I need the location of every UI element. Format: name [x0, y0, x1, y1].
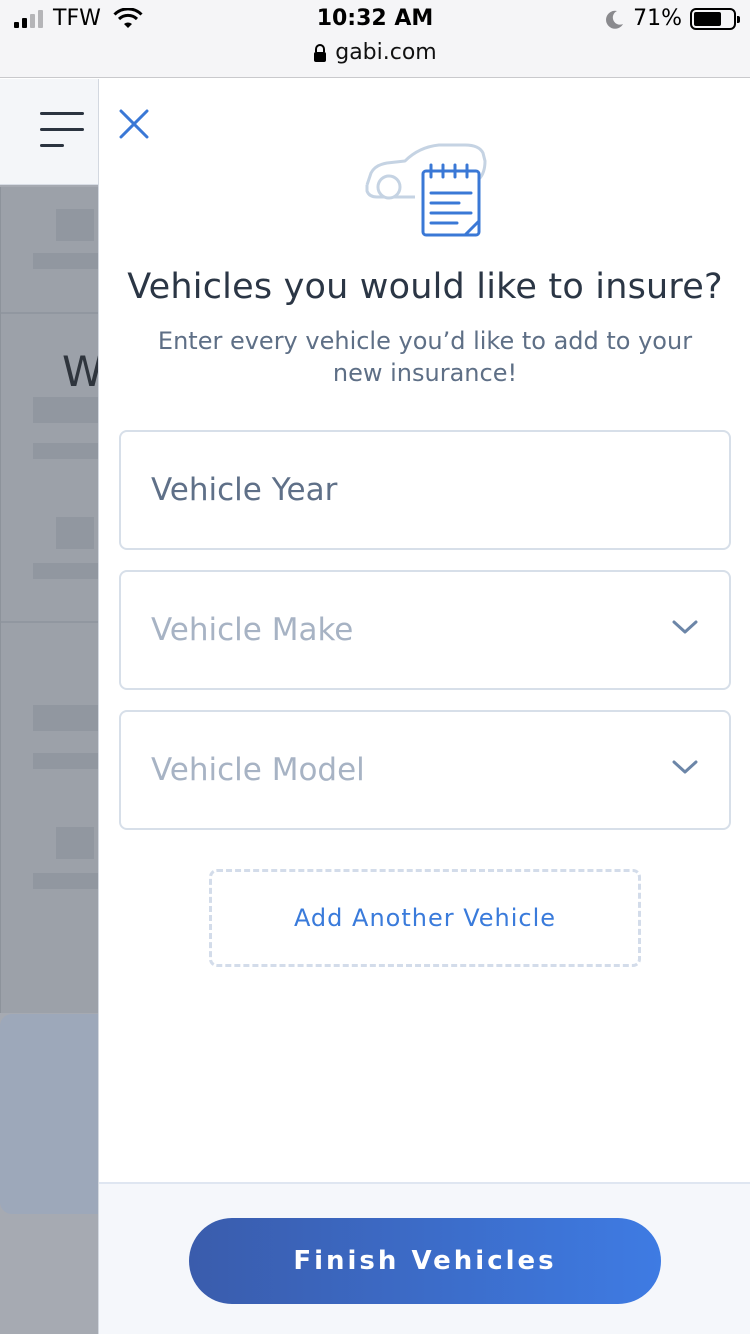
vehicle-make-label: Vehicle Make	[151, 612, 354, 648]
vehicle-year-input[interactable]	[151, 472, 651, 508]
page-subtitle: Enter every vehicle you’d like to add to…	[157, 327, 693, 387]
page-title: Vehicles you would like to insure?	[127, 267, 723, 307]
moon-icon	[606, 10, 624, 29]
vehicle-make-select[interactable]: Vehicle Make	[119, 570, 731, 690]
finish-vehicles-button[interactable]: Finish Vehicles	[189, 1218, 661, 1304]
vehicle-model-select[interactable]: Vehicle Model	[119, 710, 731, 830]
address-bar[interactable]: gabi.com	[0, 40, 750, 65]
vehicles-panel: Vehicles you would like to insure? Enter…	[98, 79, 750, 1334]
battery-percent: 71%	[633, 6, 682, 31]
url-text: gabi.com	[335, 40, 437, 65]
status-right: 71%	[605, 6, 740, 31]
background-heading-fragment: W	[62, 347, 98, 396]
vehicle-model-label: Vehicle Model	[151, 752, 365, 788]
vehicle-year-field[interactable]	[119, 430, 731, 550]
panel-footer: Finish Vehicles	[99, 1182, 750, 1334]
background-page: W	[0, 79, 98, 1334]
menu-icon[interactable]	[40, 112, 84, 148]
status-bar: TFW 10:32 AM gabi.com 71%	[0, 0, 750, 78]
close-icon[interactable]	[117, 107, 151, 141]
lock-icon	[314, 43, 327, 62]
car-clipboard-icon	[365, 143, 487, 237]
background-card	[0, 187, 98, 1013]
add-another-vehicle-button[interactable]: Add Another Vehicle	[209, 869, 641, 967]
chevron-down-icon	[672, 620, 698, 634]
battery-icon	[690, 7, 740, 30]
background-header	[0, 79, 98, 185]
chevron-down-icon	[672, 760, 698, 774]
background-button	[0, 1014, 98, 1214]
